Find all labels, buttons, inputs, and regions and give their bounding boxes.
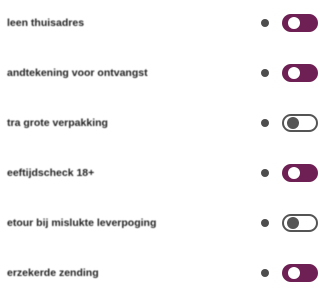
toggle-switch[interactable] [282,114,318,132]
toggle-knob [288,67,300,79]
info-icon[interactable] [261,219,269,227]
info-icon[interactable] [261,169,269,177]
option-row-signature-on-receipt: andtekening voor ontvangst [0,58,318,88]
option-row-return-on-failed-delivery: etour bij mislukte leverpoging [0,208,318,238]
option-row-home-address-only: leen thuisadres [0,8,318,38]
option-row-age-check: eeftijdscheck 18+ [0,158,318,188]
info-icon[interactable] [261,119,269,127]
toggle-switch[interactable] [282,14,318,32]
toggle-knob [288,167,300,179]
option-label: etour bij mislukte leverpoging [7,217,157,229]
option-label: erzekerde zending [7,267,99,279]
option-row-insured-shipment: erzekerde zending [0,258,318,288]
info-icon[interactable] [261,269,269,277]
toggle-knob [287,217,299,229]
toggle-switch[interactable] [282,214,318,232]
toggle-switch[interactable] [282,164,318,182]
toggle-knob [288,267,300,279]
option-label: tra grote verpakking [7,117,108,129]
info-icon[interactable] [261,19,269,27]
toggle-switch[interactable] [282,264,318,282]
toggle-knob [288,17,300,29]
toggle-switch[interactable] [282,64,318,82]
shipping-options-list: leen thuisadres andtekening voor ontvang… [0,0,318,305]
toggle-knob [287,117,299,129]
option-label: eeftijdscheck 18+ [7,167,95,179]
option-label: leen thuisadres [7,17,85,29]
option-label: andtekening voor ontvangst [7,67,148,79]
info-icon[interactable] [261,69,269,77]
option-row-extra-large-package: tra grote verpakking [0,108,318,138]
